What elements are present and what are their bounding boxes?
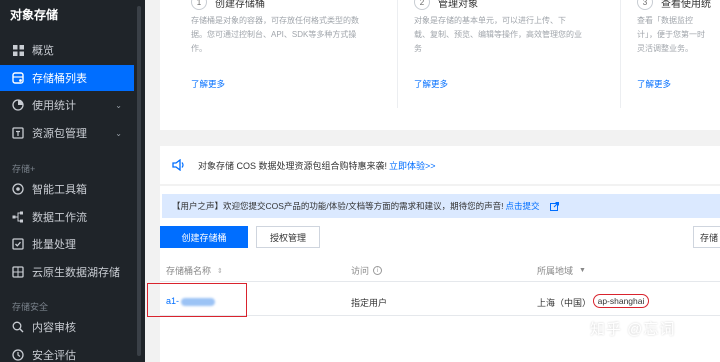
column-header-access: 访问 i (351, 264, 383, 277)
learn-more-link[interactable]: 了解更多 (637, 78, 671, 90)
sidebar-item-label: 安全评估 (32, 350, 76, 362)
external-link-icon[interactable] (549, 201, 559, 211)
sidebar-item-security-eval[interactable]: 安全评估 (0, 342, 134, 362)
card-desc-line: 存储桶是对象的容器，可存放任何格式类型的数 (191, 16, 359, 25)
card-desc-line: 作。 (191, 44, 207, 53)
sidebar-item-usage[interactable]: 使用统计 ⌄ (0, 92, 134, 118)
card-create-bucket: 1 创建存储桶 存储桶是对象的容器，可存放任何格式类型的数 据。您可通过控制台、… (191, 0, 391, 118)
card-desc-line: 载、复制、预览、编辑等操作，高效管理您的业 (414, 30, 582, 39)
card-view-usage: 3 查看使用统 查看「数据监控 计」，便于您第一时 灵活调整业务。 了解更多 (637, 0, 720, 118)
column-header-name[interactable]: 存储桶名称 ⇕ (166, 264, 223, 277)
bucket-list-icon (12, 72, 24, 84)
step-number: 3 (637, 0, 653, 10)
sidebar-item-label: 存储桶列表 (32, 73, 87, 85)
step-number: 2 (414, 0, 430, 10)
card-divider (620, 0, 621, 108)
try-now-link[interactable]: 立即体验>> (389, 159, 436, 172)
sidebar-item-label: 使用统计 (32, 100, 76, 112)
card-desc-line: 据。您可通过控制台、API、SDK等多种方式操 (191, 30, 357, 39)
card-manage-objects: 2 管理对象 对象是存储的基本单元，可以进行上传、下 载、复制、预览、编辑等操作… (414, 0, 614, 118)
sidebar-item-label: 智能工具箱 (32, 184, 87, 196)
datalake-icon (12, 266, 24, 278)
sidebar-item-datalake[interactable]: 云原生数据湖存储 (0, 259, 134, 285)
sidebar-item-toolbox[interactable]: 智能工具箱 (0, 176, 134, 202)
learn-more-link[interactable]: 了解更多 (191, 78, 225, 90)
content-audit-icon (12, 321, 24, 333)
filter-icon[interactable]: ▼ (579, 267, 586, 274)
feedback-banner: 【用户之声】欢迎您提交COS产品的功能/体验/文档等方面的需求和建议，期待您的声… (162, 194, 720, 218)
card-title-text: 查看使用统 (661, 0, 711, 10)
sidebar-item-overview[interactable]: 概览 (0, 37, 134, 63)
sidebar-item-label: 批量处理 (32, 239, 76, 251)
submit-feedback-link[interactable]: 点击提交 (506, 200, 540, 212)
column-header-label: 所属地域 (537, 266, 574, 276)
info-icon[interactable]: i (373, 266, 383, 275)
card-desc-line: 计」，便于您第一时 (637, 30, 705, 39)
access-cell: 指定用户 (351, 298, 388, 308)
auth-manage-button[interactable]: 授权管理 (256, 226, 320, 248)
feedback-text: 【用户之声】欢迎您提交COS产品的功能/体验/文档等方面的需求和建议，期待您的声… (172, 201, 504, 211)
card-description: 对象是存储的基本单元，可以进行上传、下 载、复制、预览、编辑等操作，高效管理您的… (414, 14, 614, 56)
card-desc-line: 查看「数据监控 (637, 16, 693, 25)
sidebar-item-packages[interactable]: 资源包管理 ⌄ (0, 120, 134, 146)
card-desc-line: 务 (414, 44, 422, 53)
card-description: 存储桶是对象的容器，可存放任何格式类型的数 据。您可通过控制台、API、SDK等… (191, 14, 391, 56)
sidebar-group-security: 存储安全 (12, 302, 49, 312)
watermark: 知乎 @忘词 (590, 321, 676, 338)
chevron-down-icon: ⌄ (115, 128, 122, 138)
sidebar-group-storage-plus: 存储+ (12, 164, 36, 174)
sort-icon[interactable]: ⇕ (217, 267, 223, 275)
card-desc-line: 对象是存储的基本单元，可以进行上传、下 (414, 16, 566, 25)
region-cell: 上海（中国） (537, 298, 592, 308)
sidebar-item-label: 概览 (32, 45, 54, 57)
sidebar-item-workflow[interactable]: 数据工作流 (0, 204, 134, 230)
card-title-text: 创建存储桶 (215, 0, 265, 10)
storage-button[interactable]: 存储 (693, 226, 720, 248)
notice-text: 对象存储 COS 数据处理资源包组合购特惠来袭! (198, 160, 388, 171)
column-header-label: 访问 (351, 266, 370, 276)
table-header: 存储桶名称 ⇕ 访问 i 所属地域 ▼ (160, 258, 720, 282)
sidebar-item-label: 资源包管理 (32, 128, 87, 140)
sidebar-item-batch[interactable]: 批量处理 (0, 231, 134, 257)
column-header-label: 存储桶名称 (166, 266, 212, 276)
sidebar-scroll-thumb[interactable] (137, 6, 141, 356)
usage-pie-icon (12, 99, 24, 111)
security-shield-icon (12, 349, 24, 361)
learn-more-link[interactable]: 了解更多 (414, 78, 448, 90)
package-icon (12, 127, 24, 139)
sidebar-item-label: 内容审核 (32, 322, 76, 334)
speaker-icon (172, 158, 186, 172)
batch-check-icon (12, 238, 24, 250)
highlight-box-bucket-name (147, 283, 247, 317)
card-title: 3 查看使用统 (637, 0, 711, 10)
sidebar-item-content-audit[interactable]: 内容审核 (0, 314, 134, 340)
card-desc-line: 灵活调整业务。 (637, 44, 693, 53)
app-title: 对象存储 (10, 8, 59, 22)
card-title: 1 创建存储桶 (191, 0, 265, 10)
step-number: 1 (191, 0, 207, 10)
card-title: 2 管理对象 (414, 0, 478, 10)
overview-grid-icon (12, 44, 24, 56)
getting-started-cards: 1 创建存储桶 存储桶是对象的容器，可存放任何格式类型的数 据。您可通过控制台、… (160, 0, 720, 130)
region-code-badge: ap-shanghai (593, 294, 649, 308)
sidebar-item-label: 数据工作流 (32, 212, 87, 224)
column-header-region: 所属地域 ▼ (537, 264, 586, 277)
card-divider (397, 0, 398, 108)
chevron-down-icon: ⌄ (115, 100, 122, 110)
workflow-icon (12, 211, 24, 223)
card-description: 查看「数据监控 计」，便于您第一时 灵活调整业务。 (637, 14, 720, 56)
toolbox-icon (12, 183, 24, 195)
sidebar-item-label: 云原生数据湖存储 (32, 267, 120, 279)
sidebar: 对象存储 概览 存储桶列表 使用统计 ⌄ 资源包管理 ⌄ 存储+ 智能工具箱 数… (0, 0, 145, 362)
card-title-text: 管理对象 (438, 0, 478, 10)
sidebar-item-bucket-list[interactable]: 存储桶列表 (0, 65, 134, 91)
promo-notice: 对象存储 COS 数据处理资源包组合购特惠来袭! 立即体验>> (160, 146, 720, 184)
create-bucket-button[interactable]: 创建存储桶 (160, 226, 248, 248)
